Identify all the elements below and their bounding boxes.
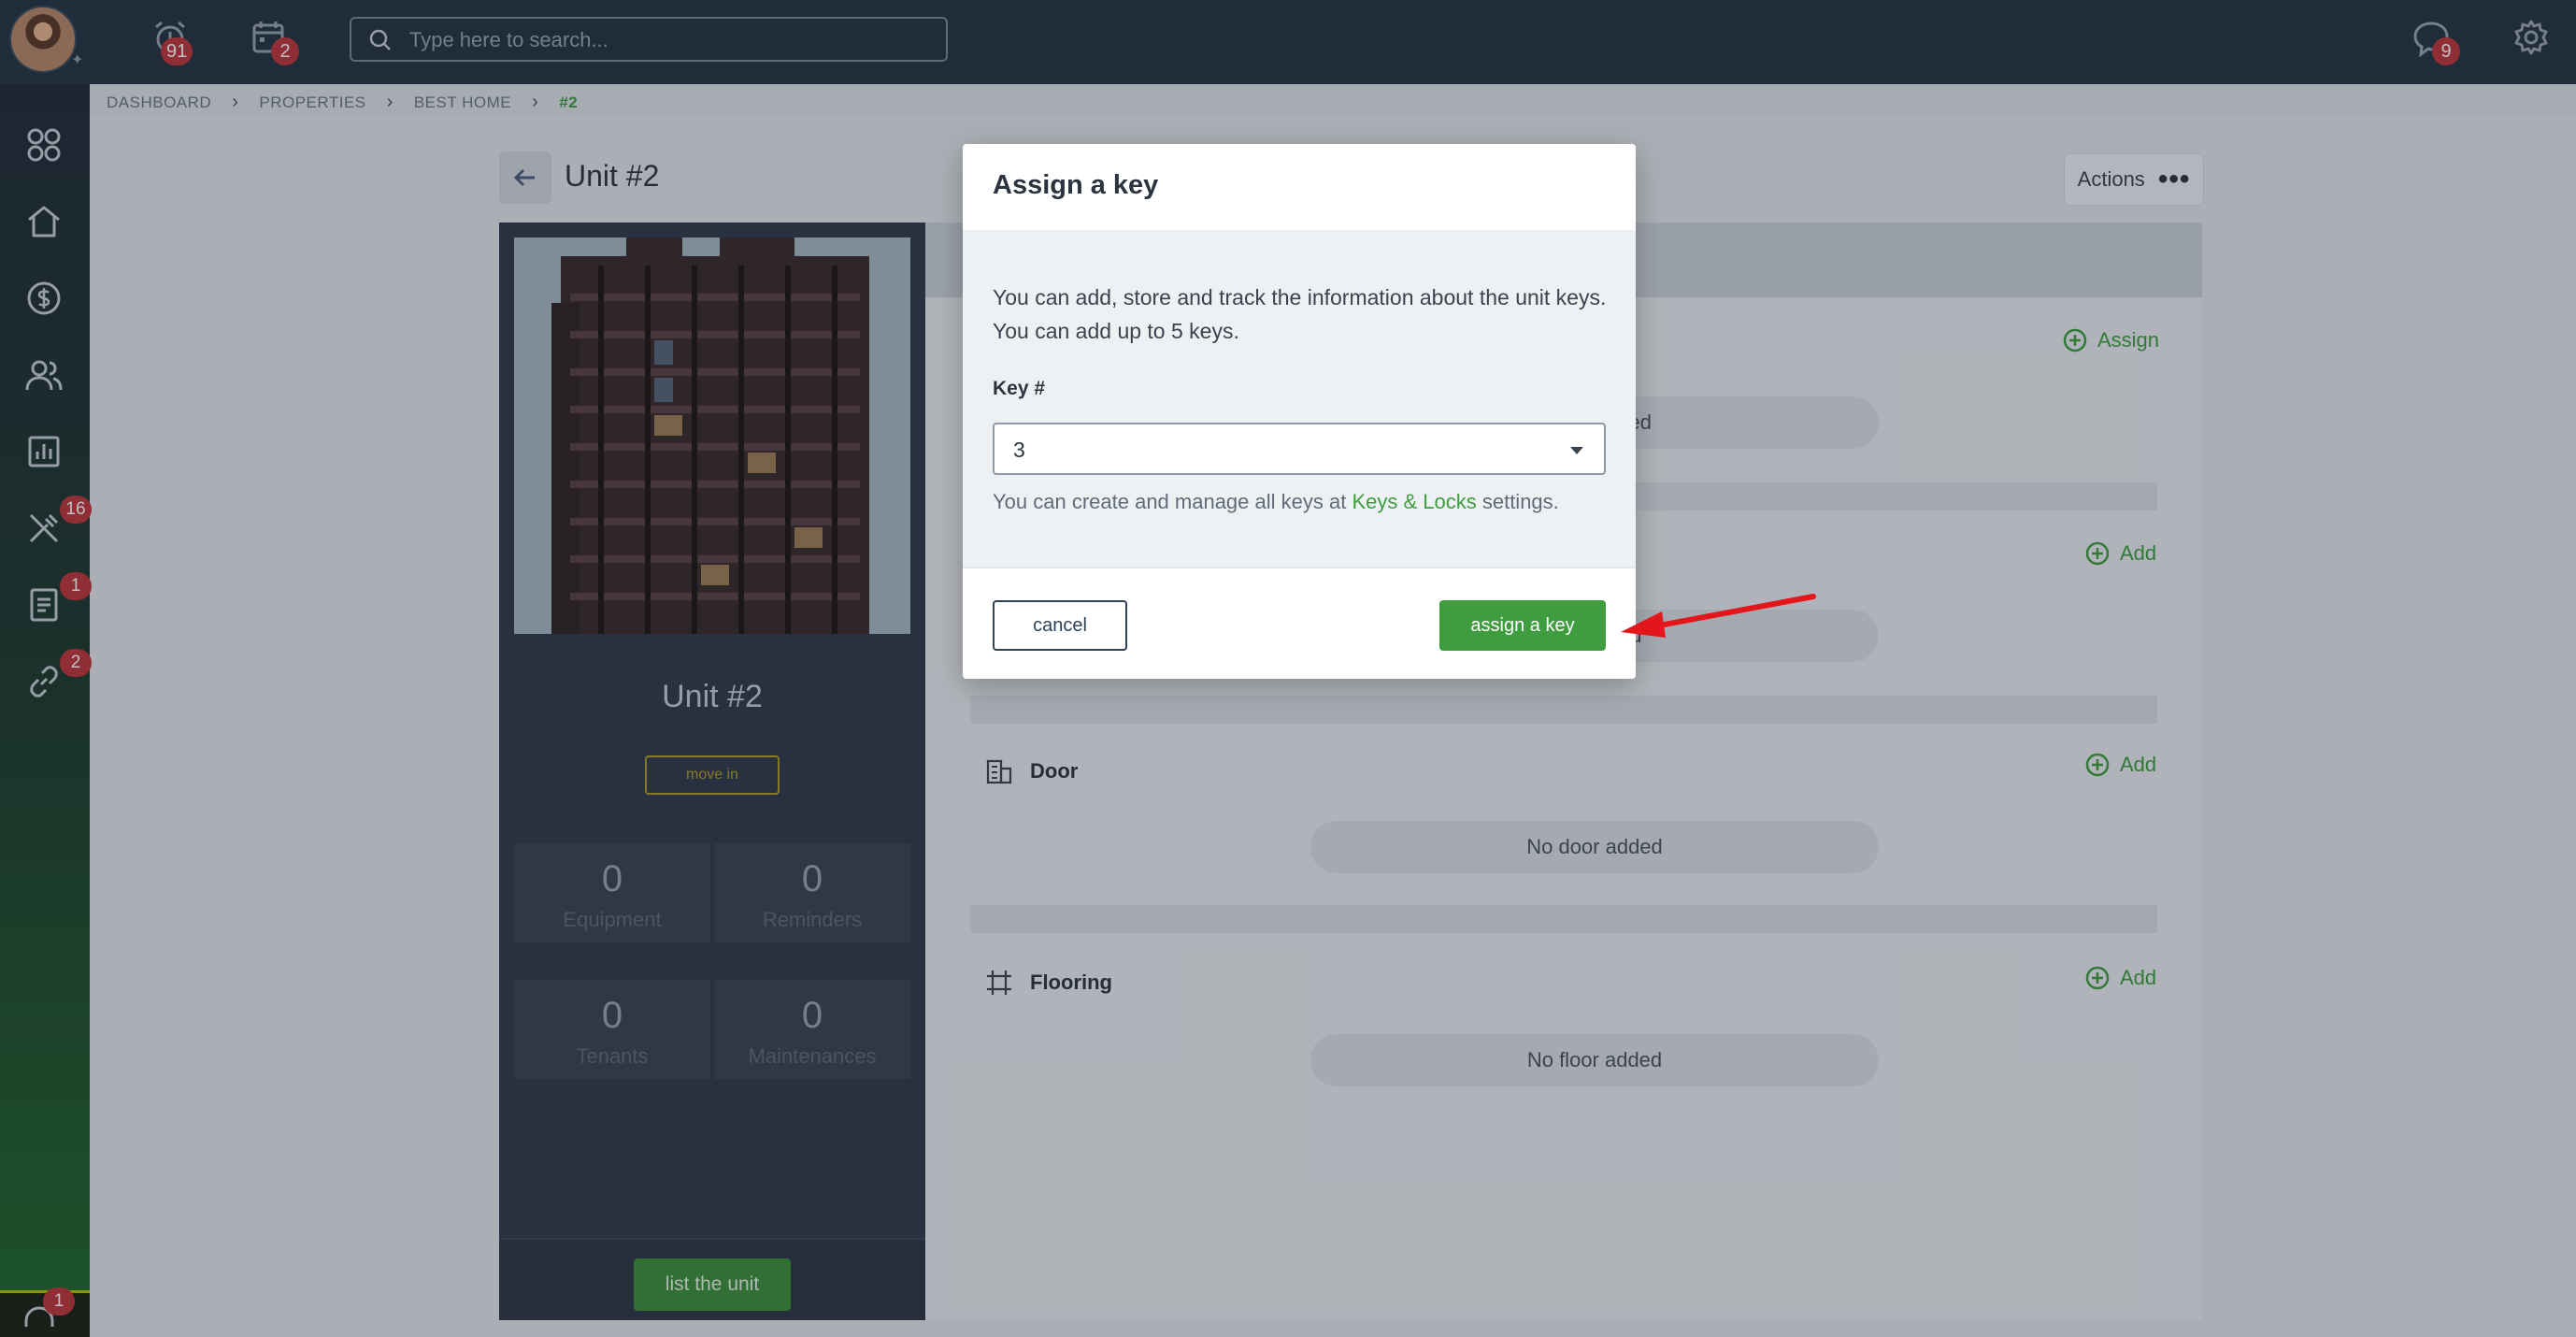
modal-footer: cancel assign a key	[963, 567, 1636, 679]
assign-key-modal: Assign a key You can add, store and trac…	[963, 144, 1636, 679]
cancel-button[interactable]: cancel	[993, 600, 1127, 651]
assign-key-submit-button[interactable]: assign a key	[1439, 600, 1606, 651]
keys-hint: You can create and manage all keys at Ke…	[993, 490, 1559, 513]
annotation-arrow	[1621, 594, 1816, 638]
key-number-value: 3	[1013, 438, 1025, 462]
modal-description: You can add, store and track the informa…	[993, 285, 1607, 343]
keys-locks-link[interactable]: Keys & Locks	[1352, 490, 1476, 513]
key-number-label: Key #	[993, 378, 1046, 399]
modal-header: Assign a key	[963, 144, 1636, 230]
key-number-select[interactable]: 3	[993, 423, 1606, 475]
modal-title: Assign a key	[993, 170, 1159, 200]
caret-down-icon	[1570, 447, 1583, 454]
